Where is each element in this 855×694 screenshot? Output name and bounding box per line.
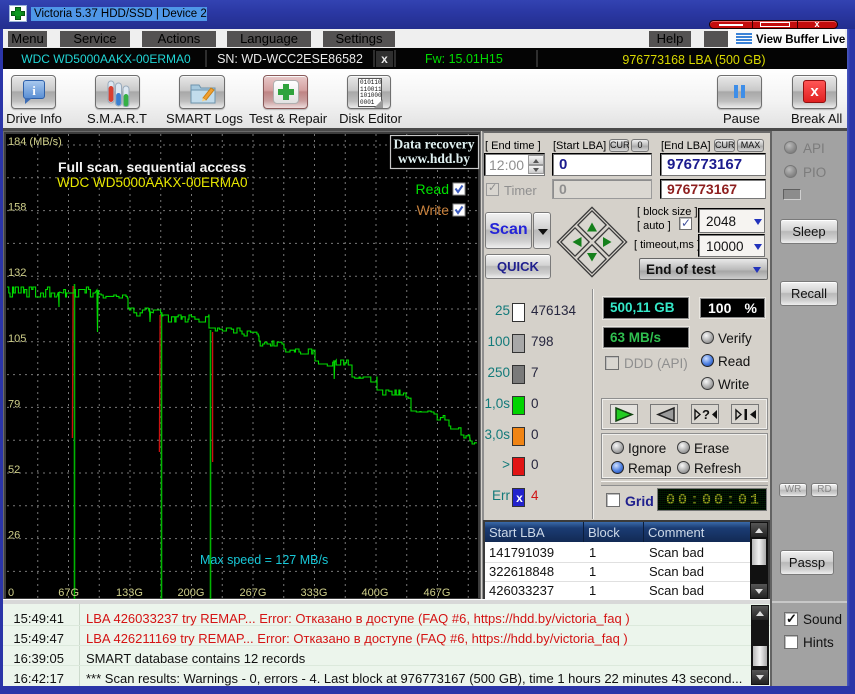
svg-text:0: 0: [8, 587, 14, 599]
svg-text:26: 26: [8, 530, 20, 542]
svg-text:79: 79: [8, 398, 20, 410]
svg-text:133G: 133G: [116, 587, 143, 599]
svg-text:52: 52: [8, 464, 20, 476]
svg-text:184 (MB/s): 184 (MB/s): [8, 136, 62, 148]
svg-text:158: 158: [8, 202, 26, 214]
svg-text:267G: 267G: [240, 587, 267, 599]
svg-text:Full scan, sequential access: Full scan, sequential access: [58, 159, 247, 175]
svg-text:?: ?: [702, 407, 710, 422]
svg-text:Data recovery: Data recovery: [393, 137, 474, 152]
svg-text:WDC WD5000AAKX-00ERMA0: WDC WD5000AAKX-00ERMA0: [57, 175, 248, 190]
svg-text:67G: 67G: [58, 587, 79, 599]
svg-text:Write: Write: [417, 202, 450, 218]
svg-text:400G: 400G: [362, 587, 389, 599]
svg-text:333G: 333G: [301, 587, 328, 599]
svg-text:105: 105: [8, 333, 26, 345]
svg-text:Max speed = 127 MB/s: Max speed = 127 MB/s: [200, 553, 328, 567]
svg-text:132: 132: [8, 267, 26, 279]
svg-text:www.hdd.by: www.hdd.by: [398, 151, 470, 166]
svg-text:200G: 200G: [178, 587, 205, 599]
svg-text:Read: Read: [416, 181, 449, 197]
svg-text:467G: 467G: [424, 587, 451, 599]
